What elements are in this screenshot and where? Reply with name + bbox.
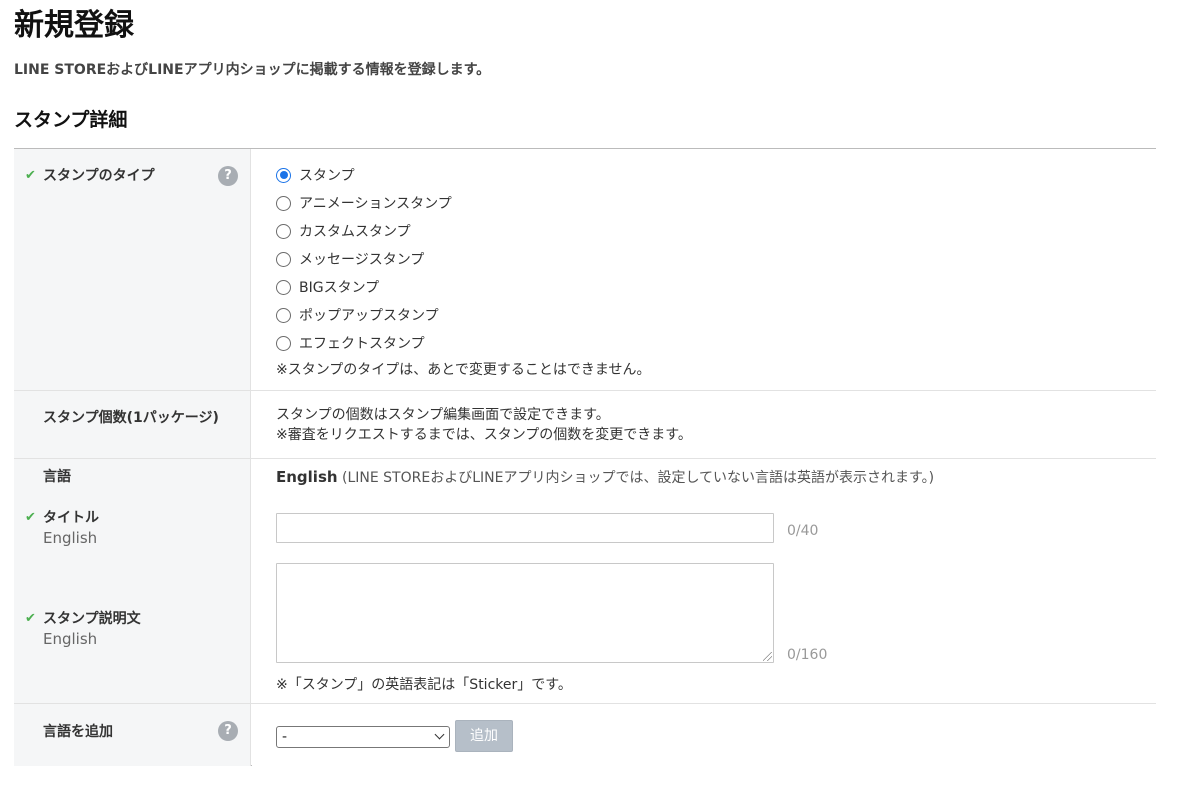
language-label-cell: 言語 ✔ タイトル English ✔ スタンプ説明文 English	[14, 459, 251, 703]
radio-option-label: メッセージスタンプ	[299, 252, 425, 268]
radio-option-label: アニメーションスタンプ	[299, 196, 452, 212]
title-label: タイトル	[43, 510, 99, 526]
radio-unselected-icon[interactable]	[276, 307, 291, 323]
add-language-value-cell: - 追加	[252, 704, 1156, 766]
language-select[interactable]: -	[276, 726, 450, 748]
sticker-type-value-cell: スタンプ アニメーションスタンプ カスタムスタンプ メッセージスタンプ BIGス…	[252, 149, 1156, 390]
radio-unselected-icon[interactable]	[276, 223, 291, 239]
sticker-count-row: スタンプ個数(1パッケージ) スタンプの個数はスタンプ編集画面で設定できます。 …	[14, 391, 1156, 459]
language-row: 言語 ✔ タイトル English ✔ スタンプ説明文 English Engl…	[14, 459, 1156, 704]
required-check-icon: ✔	[25, 168, 36, 183]
sticker-count-value-cell: スタンプの個数はスタンプ編集画面で設定できます。 ※審査をリクエストするまでは、…	[252, 391, 1156, 458]
sticker-type-radio-group: スタンプ アニメーションスタンプ カスタムスタンプ メッセージスタンプ BIGス…	[276, 161, 452, 357]
radio-option-message[interactable]: メッセージスタンプ	[276, 245, 452, 273]
add-language-label: 言語を追加	[43, 724, 113, 740]
radio-option-label: カスタムスタンプ	[299, 224, 411, 240]
required-check-icon: ✔	[25, 611, 36, 626]
resize-handle-icon[interactable]	[763, 652, 772, 661]
radio-unselected-icon[interactable]	[276, 251, 291, 267]
section-title: スタンプ詳細	[14, 109, 128, 131]
language-value-cell: English (LINE STOREおよびLINEアプリ内ショップでは、設定し…	[252, 459, 1156, 703]
language-note: (LINE STOREおよびLINEアプリ内ショップでは、設定していない言語は英…	[342, 470, 935, 486]
sticker-detail-form: ✔ スタンプのタイプ ? スタンプ アニメーションスタンプ カスタムスタンプ メ…	[14, 148, 1156, 766]
radio-option-animation[interactable]: アニメーションスタンプ	[276, 189, 452, 217]
page-title: 新規登録	[14, 8, 134, 43]
radio-option-label: ポップアップスタンプ	[299, 308, 439, 324]
description-sublabel: English	[43, 630, 98, 648]
language-select-value: -	[282, 729, 288, 745]
description-counter: 0/160	[787, 647, 828, 663]
language-label: 言語	[43, 469, 71, 485]
sticker-count-text-2: ※審査をリクエストするまでは、スタンプの個数を変更できます。	[276, 427, 692, 443]
radio-option-popup[interactable]: ポップアップスタンプ	[276, 301, 452, 329]
sticker-count-text-1: スタンプの個数はスタンプ編集画面で設定できます。	[276, 407, 610, 423]
language-header: English (LINE STOREおよびLINEアプリ内ショップでは、設定し…	[276, 467, 934, 488]
sticker-count-label: スタンプ個数(1パッケージ)	[43, 410, 219, 426]
radio-option-label: エフェクトスタンプ	[299, 336, 425, 352]
sticker-type-label: スタンプのタイプ	[43, 168, 155, 184]
add-language-button[interactable]: 追加	[455, 720, 513, 752]
radio-option-label: BIGスタンプ	[299, 280, 380, 296]
page-subtitle: LINE STOREおよびLINEアプリ内ショップに掲載する情報を登録します。	[14, 62, 491, 78]
radio-unselected-icon[interactable]	[276, 279, 291, 295]
radio-option-big[interactable]: BIGスタンプ	[276, 273, 452, 301]
sticker-count-label-cell: スタンプ個数(1パッケージ)	[14, 391, 251, 458]
help-icon[interactable]: ?	[218, 166, 238, 186]
title-counter: 0/40	[787, 523, 819, 539]
required-check-icon: ✔	[25, 510, 36, 525]
radio-unselected-icon[interactable]	[276, 335, 291, 351]
radio-option-effect[interactable]: エフェクトスタンプ	[276, 329, 452, 357]
help-icon[interactable]: ?	[218, 721, 238, 741]
radio-option-label: スタンプ	[299, 168, 355, 184]
description-label: スタンプ説明文	[43, 611, 141, 627]
title-sublabel: English	[43, 529, 98, 547]
title-input[interactable]	[276, 513, 774, 543]
sticker-type-label-cell: ✔ スタンプのタイプ ?	[14, 149, 251, 390]
add-language-label-cell: 言語を追加 ?	[14, 704, 251, 766]
radio-selected-icon[interactable]	[276, 167, 291, 183]
sticker-type-row: ✔ スタンプのタイプ ? スタンプ アニメーションスタンプ カスタムスタンプ メ…	[14, 149, 1156, 391]
sticker-english-note: ※「スタンプ」の英語表記は「Sticker」です。	[276, 677, 572, 693]
description-textarea[interactable]	[276, 563, 774, 663]
add-language-row: 言語を追加 ? - 追加	[14, 704, 1156, 766]
radio-option-sticker[interactable]: スタンプ	[276, 161, 452, 189]
chevron-down-icon	[434, 729, 445, 740]
sticker-type-note: ※スタンプのタイプは、あとで変更することはできません。	[276, 362, 651, 378]
current-language: English	[276, 468, 338, 486]
radio-unselected-icon[interactable]	[276, 195, 291, 211]
radio-option-custom[interactable]: カスタムスタンプ	[276, 217, 452, 245]
